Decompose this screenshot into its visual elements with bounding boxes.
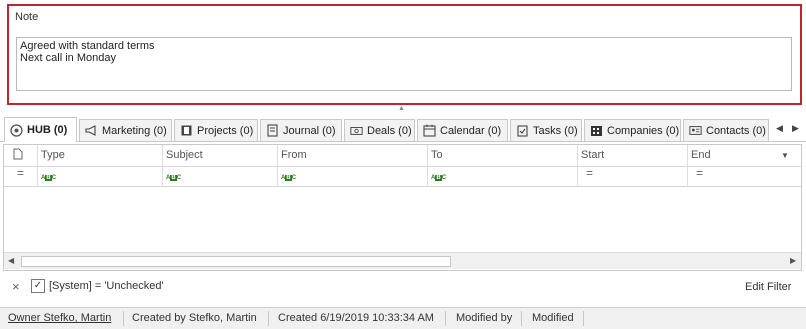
- status-modified: Modified: [532, 312, 574, 324]
- column-dropdown-icon[interactable]: ▼: [781, 151, 789, 160]
- tab-companies[interactable]: Companies (0): [584, 119, 681, 141]
- tab-journal[interactable]: Journal (0): [260, 119, 342, 141]
- tab-contacts[interactable]: Contacts (0): [683, 119, 769, 141]
- tab-marketing[interactable]: Marketing (0): [79, 119, 172, 141]
- column-header-from[interactable]: From: [277, 145, 427, 167]
- deals-icon: [350, 124, 363, 137]
- column-header-type[interactable]: Type: [37, 145, 162, 167]
- edit-filter-button[interactable]: Edit Filter: [745, 281, 791, 293]
- tab-deals[interactable]: Deals (0): [344, 119, 415, 141]
- journal-icon: [266, 124, 279, 137]
- filter-row-icon: =: [17, 166, 25, 180]
- tab-label: Journal (0): [283, 124, 336, 137]
- filter-cell-from[interactable]: ABC: [277, 167, 427, 187]
- contacts-icon: [689, 124, 702, 137]
- tab-projects[interactable]: Projects (0): [174, 119, 258, 141]
- tab-calendar[interactable]: Calendar (0): [417, 119, 508, 141]
- note-textarea[interactable]: Agreed with standard terms Next call in …: [16, 37, 792, 91]
- filter-cell-start[interactable]: =: [577, 167, 687, 187]
- grid-header-row: Type Subject From To Start End ▼: [4, 145, 801, 167]
- note-panel: Note Agreed with standard terms Next cal…: [7, 4, 802, 105]
- status-divider: [521, 311, 522, 326]
- filter-cell-type[interactable]: ABC: [37, 167, 162, 187]
- calendar-icon: [423, 124, 436, 137]
- tasks-icon: [516, 124, 529, 137]
- status-owner[interactable]: Owner Stefko, Martin: [8, 312, 111, 324]
- grid-filter-row: = ABC ABC ABC ABC = =: [4, 167, 801, 187]
- filter-cell-to[interactable]: ABC: [427, 167, 577, 187]
- tab-scroll-right-icon[interactable]: ▶: [792, 123, 799, 134]
- tab-label: Projects (0): [197, 124, 254, 137]
- filter-expression[interactable]: [System] = 'Unchecked': [49, 280, 164, 292]
- column-header-to[interactable]: To: [427, 145, 577, 167]
- clear-filter-icon[interactable]: ×: [12, 279, 20, 294]
- tab-tasks[interactable]: Tasks (0): [510, 119, 582, 141]
- tab-label: HUB (0): [27, 124, 68, 136]
- column-header-subject[interactable]: Subject: [162, 145, 277, 167]
- column-header-start[interactable]: Start: [577, 145, 687, 167]
- status-divider: [445, 311, 446, 326]
- note-line: Next call in Monday: [20, 52, 116, 64]
- collapse-arrow-icon[interactable]: ▲: [398, 105, 405, 112]
- scroll-right-icon[interactable]: ▶: [790, 256, 796, 265]
- hub-icon: [10, 123, 23, 137]
- tab-scroll-left-icon[interactable]: ◀: [776, 123, 783, 134]
- tab-label: Companies (0): [607, 124, 680, 137]
- tab-label: Calendar (0): [440, 124, 502, 137]
- document-icon: [4, 145, 37, 167]
- note-line: Agreed with standard terms: [20, 40, 155, 52]
- status-divider: [123, 311, 124, 326]
- status-created-by: Created by Stefko, Martin: [132, 312, 257, 324]
- megaphone-icon: [85, 124, 98, 137]
- status-created: Created 6/19/2019 10:33:34 AM: [278, 312, 434, 324]
- text-filter-icon: ABC: [166, 175, 182, 181]
- hub-grid: Type Subject From To Start End ▼ = ABC A…: [3, 144, 802, 271]
- filter-cell-end[interactable]: =: [687, 167, 797, 187]
- status-modified-by: Modified by: [456, 312, 513, 324]
- filter-enable-checkbox[interactable]: ✓: [31, 279, 45, 293]
- text-filter-icon: ABC: [281, 175, 297, 181]
- projects-icon: [180, 124, 193, 137]
- companies-icon: [590, 124, 603, 137]
- tab-label: Deals (0): [367, 124, 412, 137]
- tab-label: Marketing (0): [102, 124, 167, 137]
- status-divider: [583, 311, 584, 326]
- tab-hub[interactable]: HUB (0): [4, 117, 77, 142]
- status-divider: [268, 311, 269, 326]
- status-bar: Owner Stefko, Martin Created by Stefko, …: [0, 307, 806, 329]
- scroll-left-icon[interactable]: ◀: [8, 256, 14, 265]
- scrollbar-thumb[interactable]: [21, 256, 451, 267]
- tab-label: Contacts (0): [706, 124, 766, 137]
- note-label: Note: [15, 11, 39, 23]
- text-filter-icon: ABC: [41, 175, 57, 181]
- column-header-end-label: End: [691, 149, 711, 161]
- tab-label: Tasks (0): [533, 124, 578, 137]
- tab-bar: HUB (0) Marketing (0) Projects (0) Journ…: [0, 116, 806, 142]
- horizontal-scrollbar[interactable]: ◀ ▶: [4, 252, 801, 269]
- filter-cell-subject[interactable]: ABC: [162, 167, 277, 187]
- text-filter-icon: ABC: [431, 175, 447, 181]
